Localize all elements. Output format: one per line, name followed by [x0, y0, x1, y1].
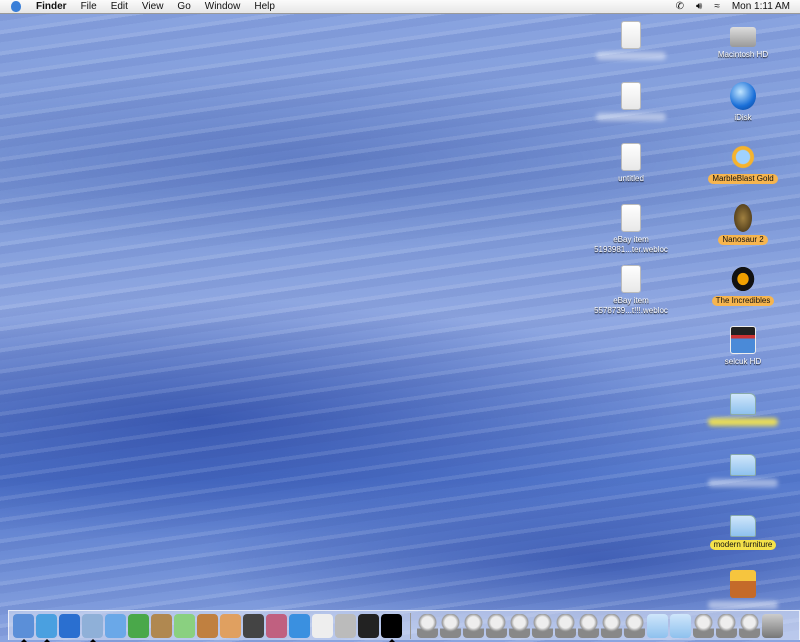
desktop-icon[interactable]: MarbleBlast Gold — [693, 143, 793, 184]
doc-icon — [621, 21, 641, 49]
webloc-icon[interactable] — [532, 613, 553, 638]
pkg-icon — [730, 570, 756, 598]
webloc-icon[interactable] — [739, 613, 760, 638]
webloc-icon[interactable] — [440, 613, 461, 638]
textedit-icon[interactable] — [312, 613, 333, 638]
dock — [8, 610, 800, 642]
desktop-icon[interactable]: untitled — [581, 143, 681, 184]
doc-icon — [621, 82, 641, 110]
itunes-icon[interactable] — [174, 613, 195, 638]
desktop-icon-label: modern furniture — [709, 540, 777, 550]
blurred-label — [708, 601, 778, 609]
webloc-icon[interactable] — [601, 613, 622, 638]
activity-monitor-icon[interactable] — [381, 613, 402, 642]
webloc-icon[interactable] — [624, 613, 645, 638]
apple-menu-icon[interactable] — [11, 1, 21, 12]
desktop-icon[interactable]: iDisk — [693, 82, 793, 123]
wifi-icon[interactable]: ≈ — [714, 1, 720, 12]
pages-icon[interactable] — [220, 613, 241, 638]
imovie-icon[interactable] — [243, 613, 264, 638]
iphoto-icon[interactable] — [197, 613, 218, 638]
sun-icon — [730, 143, 756, 171]
menu-go[interactable]: Go — [170, 1, 197, 12]
desktop-icon-label: iDisk — [734, 113, 752, 122]
fold-icon — [730, 393, 756, 415]
desktop-icon-label: Macintosh HD — [717, 50, 769, 59]
webloc-icon[interactable] — [716, 613, 737, 638]
desktop-icon[interactable] — [581, 21, 681, 62]
quicktime-icon[interactable] — [289, 613, 310, 638]
desktop-icon[interactable]: eBay item 5578739...t!!!.webloc — [581, 265, 681, 316]
desktop-icon[interactable]: Nanosaur 2 — [693, 204, 793, 245]
inc-icon — [730, 265, 756, 293]
terminal-icon[interactable] — [358, 613, 379, 638]
clap-icon — [730, 326, 756, 354]
phone-icon[interactable]: ✆ — [676, 1, 684, 12]
msn-messenger-icon[interactable] — [128, 613, 149, 638]
color-sync-icon[interactable] — [266, 613, 287, 638]
folder-icon[interactable] — [647, 613, 668, 638]
menu-bar: Finder File Edit View Go Window Help ✆ 🔊… — [0, 0, 800, 14]
webloc-icon[interactable] — [509, 613, 530, 638]
menu-edit[interactable]: Edit — [104, 1, 135, 12]
blurred-label — [596, 52, 666, 60]
clock[interactable]: Mon 1:11 AM — [732, 1, 790, 12]
desktop-icon[interactable]: eBay item 5193981...ter.webloc — [581, 204, 681, 255]
menu-file[interactable]: File — [74, 1, 104, 12]
globe-icon — [730, 82, 756, 110]
finder-icon[interactable] — [13, 613, 34, 642]
webloc-icon[interactable] — [417, 613, 438, 638]
webloc-icon[interactable] — [555, 613, 576, 638]
webloc-icon[interactable] — [486, 613, 507, 638]
webloc-icon[interactable] — [463, 613, 484, 638]
desktop-icon-label: selcuk HD — [724, 357, 762, 366]
doc-icon — [621, 265, 641, 293]
desktop-icon[interactable]: modern furniture — [693, 509, 793, 550]
ichat-icon[interactable] — [105, 613, 126, 638]
desktop-icon[interactable] — [581, 82, 681, 123]
menu-help[interactable]: Help — [247, 1, 282, 12]
webloc-icon[interactable] — [578, 613, 599, 638]
desktop-icon[interactable] — [693, 570, 793, 611]
safari-icon[interactable] — [36, 613, 57, 642]
folder-icon[interactable] — [670, 613, 691, 638]
menu-finder[interactable]: Finder — [29, 1, 74, 12]
blurred-label — [708, 418, 778, 426]
dock-separator — [410, 612, 411, 639]
desktop-icon-label: eBay item 5193981...ter.webloc — [594, 235, 668, 254]
trash-icon[interactable] — [762, 613, 783, 638]
desktop-icon-label: The Incredibles — [711, 296, 775, 306]
hd-icon — [730, 27, 756, 47]
doc-icon — [621, 143, 641, 171]
blurred-label — [596, 113, 666, 121]
egg-icon — [734, 204, 752, 232]
desktop-icon[interactable]: The Incredibles — [693, 265, 793, 306]
volume-icon[interactable]: 🔊︎ — [696, 1, 702, 12]
desktop-icon-label: untitled — [618, 174, 644, 183]
mail-icon[interactable] — [82, 613, 103, 642]
desktop-icon[interactable] — [693, 387, 793, 428]
fold-icon — [730, 515, 756, 537]
desktop-icon-label: eBay item 5578739...t!!!.webloc — [594, 296, 668, 315]
desktop-icon[interactable]: Macintosh HD — [693, 21, 793, 60]
internet-explorer-icon[interactable] — [59, 613, 80, 638]
desktop-icon[interactable] — [693, 448, 793, 489]
calculator-icon[interactable] — [335, 613, 356, 638]
menu-view[interactable]: View — [135, 1, 171, 12]
desktop-icon-label: Nanosaur 2 — [718, 235, 768, 245]
webloc-icon[interactable] — [693, 613, 714, 638]
desktop-icon-label: MarbleBlast Gold — [708, 174, 778, 184]
menu-window[interactable]: Window — [198, 1, 248, 12]
fold-icon — [730, 454, 756, 476]
blurred-label — [708, 479, 778, 487]
doc-icon — [621, 204, 641, 232]
desktop-icon[interactable]: selcuk HD — [693, 326, 793, 367]
address-book-icon[interactable] — [151, 613, 172, 638]
